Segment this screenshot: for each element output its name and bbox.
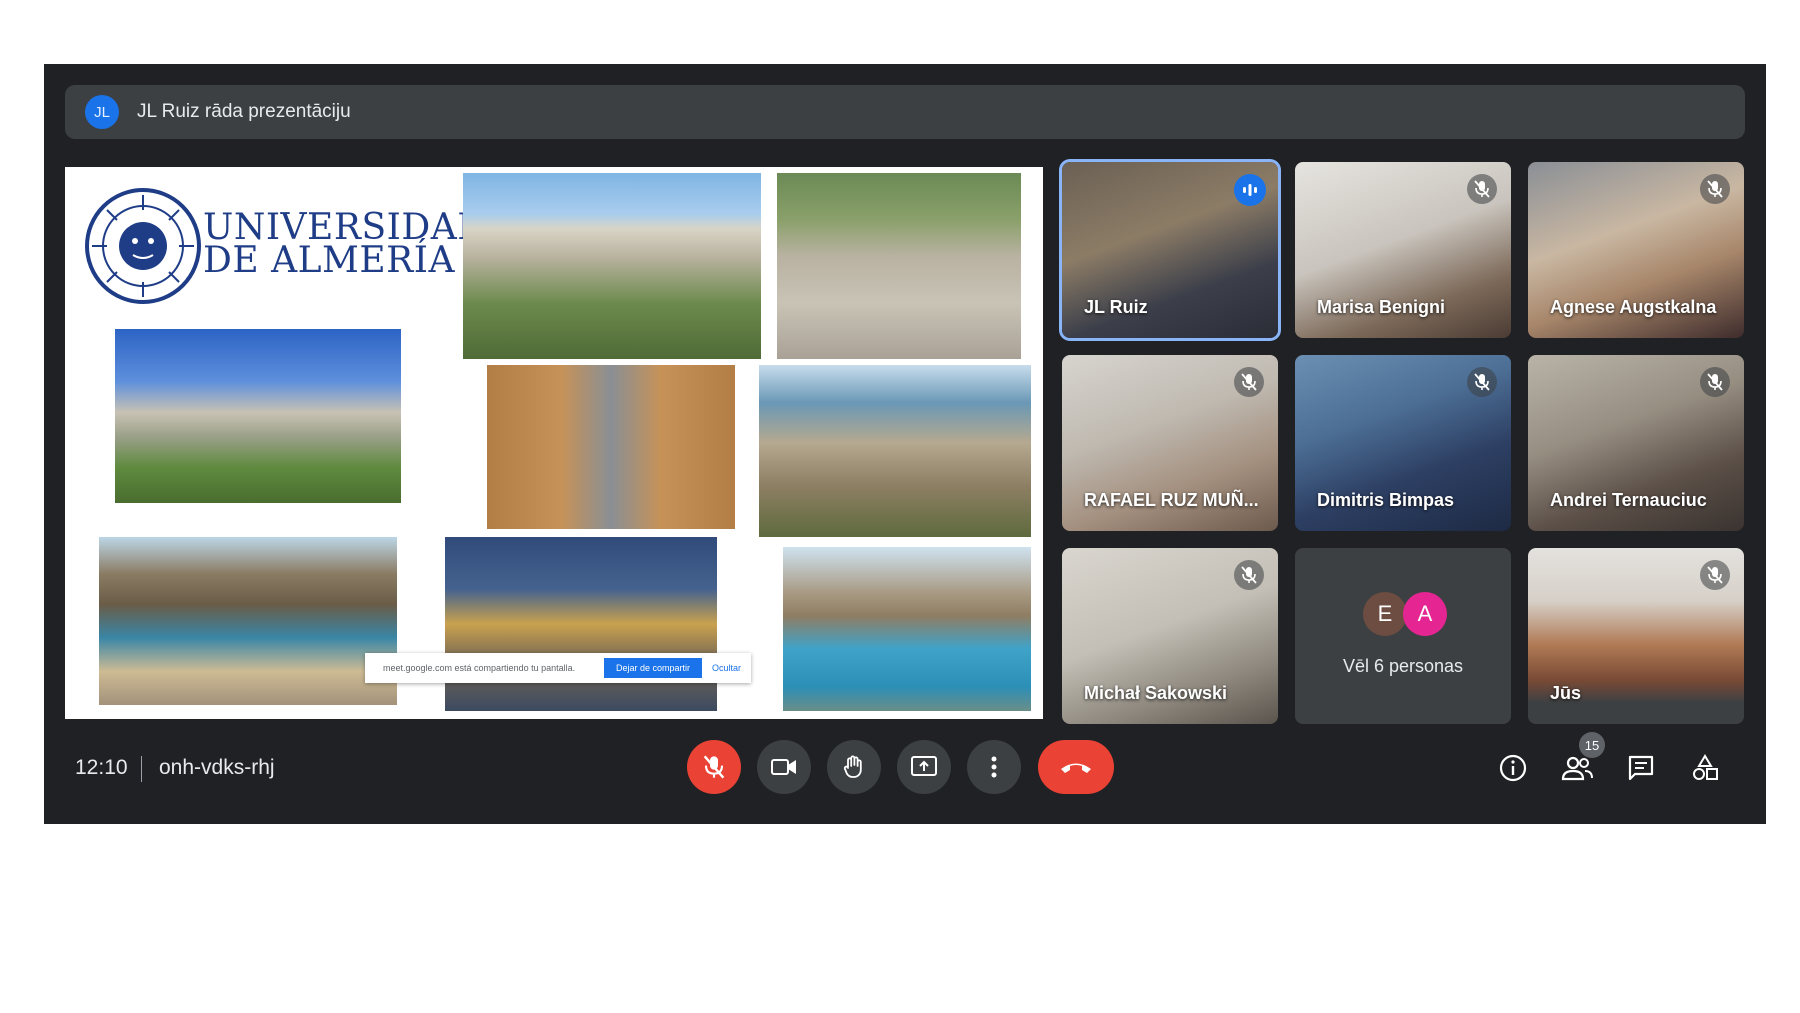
mic-off-icon <box>1700 367 1730 397</box>
presenting-text: JL Ruiz rāda prezentāciju <box>137 101 351 122</box>
participant-tile[interactable]: JL Ruiz <box>1062 162 1278 338</box>
speaking-indicator-icon <box>1234 174 1266 206</box>
meeting-code: onh-vdks-rhj <box>159 756 275 779</box>
participant-name: RAFAEL RUZ MUÑ... <box>1084 490 1259 510</box>
info-icon <box>1499 754 1527 782</box>
photo-alcazaba <box>445 537 717 711</box>
more-participants-label: Vēl 6 personas <box>1342 656 1464 676</box>
avatar: A <box>1403 592 1447 636</box>
mic-off-icon <box>1700 174 1730 204</box>
meeting-time: 12:10 <box>75 756 128 779</box>
mic-off-icon <box>1700 560 1730 590</box>
participant-name: JL Ruiz <box>1084 297 1148 317</box>
stop-sharing-button[interactable]: Dejar de compartir <box>603 658 702 678</box>
presenting-banner: JL JL Ruiz rāda prezentāciju <box>65 85 1745 139</box>
share-notice-text: meet.google.com está compartiendo tu pan… <box>383 663 576 673</box>
more-participants-tile[interactable]: E A Vēl 6 personas <box>1295 548 1511 724</box>
screen-share-notice: meet.google.com está compartiendo tu pan… <box>365 653 751 683</box>
divider <box>141 756 142 782</box>
leave-call-button[interactable] <box>1038 740 1114 794</box>
participant-name: Andrei Ternauciuc <box>1550 490 1707 510</box>
participant-name: Michał Sakowski <box>1084 683 1228 703</box>
camera-icon <box>771 759 796 775</box>
present-icon <box>911 756 937 776</box>
campus-photo-library <box>115 329 401 503</box>
raise-hand-icon <box>843 755 862 778</box>
mic-off-icon <box>1467 174 1497 204</box>
avatar: E <box>1363 592 1407 636</box>
more-vert-icon <box>991 756 997 778</box>
participant-tile[interactable]: Agnese Augstkalna <box>1528 162 1744 338</box>
mic-off-icon <box>1234 560 1264 590</box>
participant-tile[interactable]: Marisa Benigni <box>1295 162 1511 338</box>
campus-photo-plaza <box>777 173 1021 359</box>
raise-hand-button[interactable] <box>827 740 881 794</box>
participant-tile[interactable]: Dimitris Bimpas <box>1295 355 1511 531</box>
hide-notice-button[interactable]: Ocultar <box>702 663 751 673</box>
participant-tile[interactable]: RAFAEL RUZ MUÑ... <box>1062 355 1278 531</box>
photo-rocky-beach <box>783 547 1031 711</box>
activities-icon <box>1693 754 1718 780</box>
campus-photo-coast <box>759 365 1031 537</box>
present-now-button[interactable] <box>897 740 951 794</box>
university-seal-logo <box>85 188 201 304</box>
meet-window: JL JL Ruiz rāda prezentāciju UNIVERSIDAD… <box>44 64 1766 824</box>
participant-name: Agnese Augstkalna <box>1550 297 1717 317</box>
campus-photo-aerial <box>463 173 761 359</box>
university-name-line2: DE ALMERÍA <box>203 240 455 281</box>
hangup-icon <box>1061 763 1091 773</box>
university-name: UNIVERSIDAD DE ALMERÍA <box>203 210 487 281</box>
mic-off-icon <box>1467 367 1497 397</box>
control-bar: 12:10 onh-vdks-rhj 15 <box>44 732 1766 824</box>
participant-name: Dimitris Bimpas <box>1317 490 1455 510</box>
shared-screen[interactable]: UNIVERSIDAD DE ALMERÍA meet.google.com e… <box>65 167 1043 719</box>
photo-beach <box>99 537 397 705</box>
people-count-badge: 15 <box>1579 732 1605 758</box>
people-icon <box>1561 756 1593 781</box>
campus-photo-building <box>487 365 735 529</box>
participant-tile-self[interactable]: Jūs <box>1528 548 1744 724</box>
chat-button[interactable] <box>1624 751 1658 785</box>
participant-name: Marisa Benigni <box>1317 297 1446 317</box>
more-participants-avatars: E A <box>1363 592 1447 636</box>
participant-tile[interactable]: Andrei Ternauciuc <box>1528 355 1744 531</box>
presenter-avatar: JL <box>85 95 119 129</box>
more-options-button[interactable] <box>967 740 1021 794</box>
activities-button[interactable] <box>1688 751 1722 785</box>
participant-tile[interactable]: Michał Sakowski <box>1062 548 1278 724</box>
mic-toggle-button[interactable] <box>687 740 741 794</box>
mic-off-icon <box>1234 367 1264 397</box>
mic-off-icon <box>703 755 725 779</box>
participant-name: Jūs <box>1550 683 1582 703</box>
chat-icon <box>1628 755 1654 781</box>
camera-toggle-button[interactable] <box>757 740 811 794</box>
meeting-details-button[interactable] <box>1496 751 1530 785</box>
